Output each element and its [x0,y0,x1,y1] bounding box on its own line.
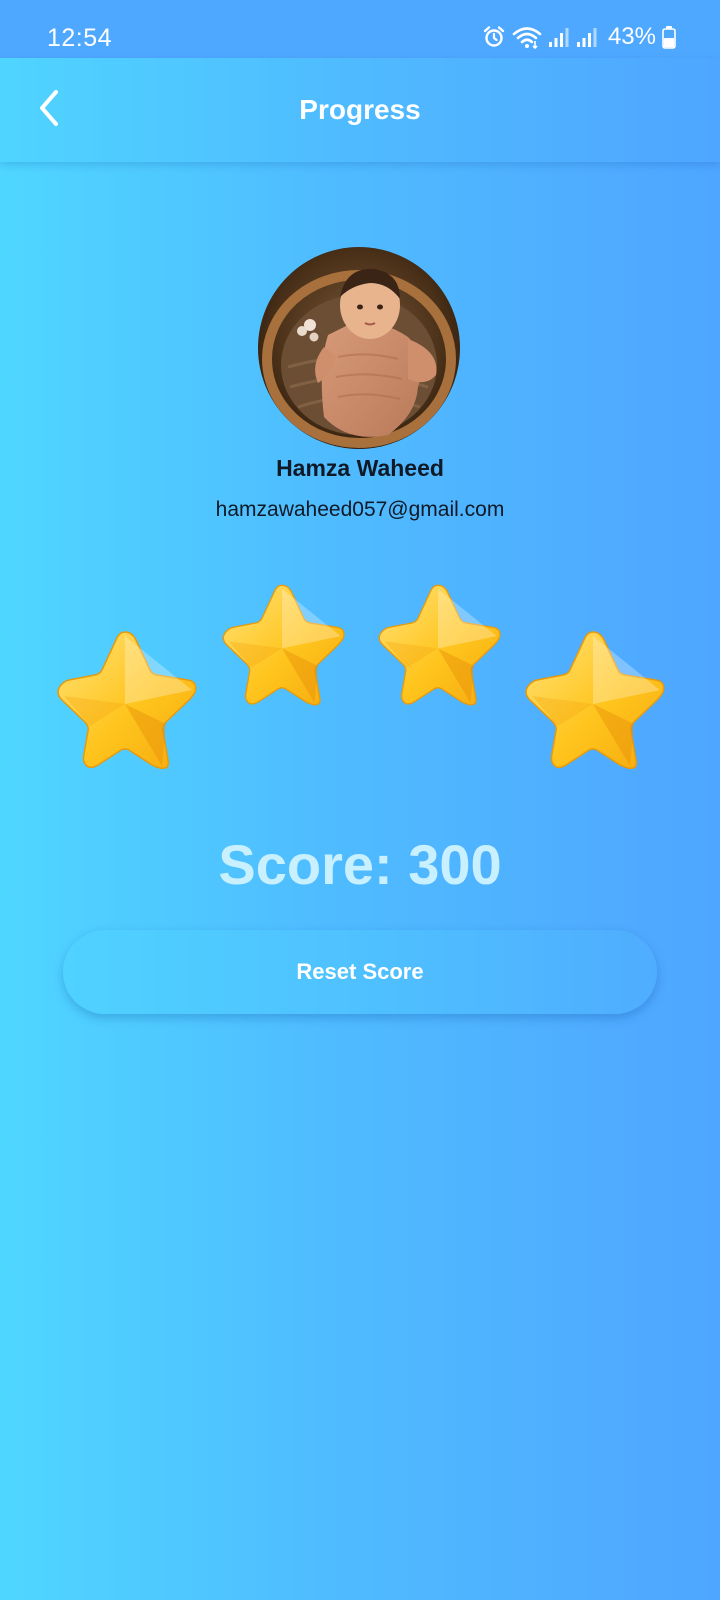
status-time: 12:54 [47,24,113,52]
star-icon [518,626,668,772]
profile-email: hamzawaheed057@gmail.com [215,498,505,521]
star-icon [372,580,504,708]
profile-name: Hamza Waheed [276,455,444,481]
battery-icon [662,25,676,49]
avatar [258,247,460,449]
star-icon [50,626,200,772]
score-text: Score: 300 [218,833,502,896]
signal-icon [576,26,598,48]
reset-score-label: Reset Score [296,959,424,984]
app-bar: Progress [0,58,720,162]
battery-percent: 43% [607,23,656,50]
page-title: Progress [299,94,421,125]
star-icon [216,580,348,708]
signal-icon [548,26,570,48]
status-bar: 12:54 43% [0,0,720,58]
status-icons: 43% [482,22,676,52]
reset-score-button[interactable]: Reset Score [63,930,657,1014]
wifi-icon [512,25,542,49]
alarm-icon [482,25,506,49]
